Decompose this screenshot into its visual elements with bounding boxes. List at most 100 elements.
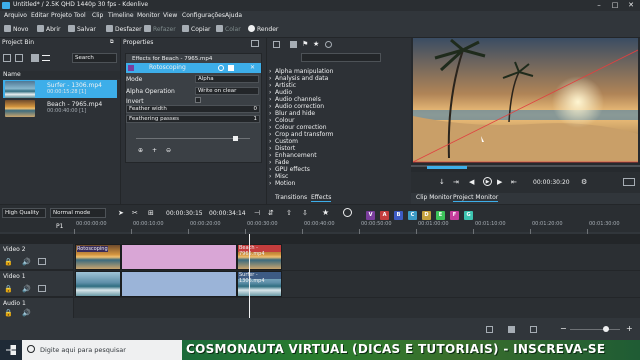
thumbnail-icon[interactable] — [530, 326, 537, 333]
audio-icon[interactable]: 🔊 — [22, 309, 31, 317]
mark-out-icon[interactable]: ⇤ — [511, 178, 517, 186]
effect-chip[interactable]: F — [450, 211, 459, 220]
expand-arrow-icon[interactable]: › — [269, 166, 271, 173]
expand-arrow-icon[interactable]: › — [269, 152, 271, 159]
effect-chip[interactable]: V — [366, 211, 375, 220]
expand-arrow-icon[interactable]: › — [269, 82, 271, 89]
video-icon[interactable] — [38, 285, 46, 292]
play-icon[interactable]: ▶ — [483, 177, 492, 186]
effect-category-item[interactable]: Enhancement — [275, 152, 317, 159]
minimize-icon[interactable]: – — [591, 0, 607, 11]
favorite-star-icon[interactable]: ★ — [322, 208, 329, 217]
playhead[interactable] — [249, 234, 250, 324]
zoom-out-icon[interactable]: − — [560, 324, 567, 333]
expand-arrow-icon[interactable]: › — [269, 103, 271, 110]
lock-icon[interactable]: 🔒 — [4, 258, 13, 266]
mark-in-icon[interactable]: ⇥ — [453, 178, 459, 186]
menu-icon[interactable] — [42, 55, 50, 61]
remove-keyframe-icon[interactable]: ⊖ — [166, 147, 171, 154]
add-keyframe-icon[interactable]: ⊕ — [138, 147, 143, 154]
snap-icon[interactable] — [508, 326, 515, 333]
tab-effects[interactable]: Effects — [311, 194, 332, 202]
redo-button[interactable]: Refazer — [144, 24, 176, 35]
menu-arquivo[interactable]: Arquivo — [4, 12, 27, 19]
panel-float-icon[interactable]: ⧉ — [110, 39, 114, 45]
menu-configuracoes[interactable]: Configurações — [182, 12, 225, 19]
effect-chip[interactable]: D — [422, 211, 431, 220]
new-button[interactable]: Novo — [4, 24, 28, 35]
maximize-icon[interactable]: □ — [607, 0, 623, 11]
expand-arrow-icon[interactable]: › — [269, 96, 271, 103]
expand-arrow-icon[interactable]: › — [269, 75, 271, 82]
effect-info-icon[interactable] — [325, 41, 332, 48]
timeline-clip-surfer-middle[interactable] — [121, 271, 237, 297]
expand-arrow-icon[interactable]: › — [269, 131, 271, 138]
effect-chip[interactable]: G — [464, 211, 473, 220]
timeline-clip-surfer-end[interactable]: Surfer - 1306.mp4 — [237, 271, 282, 297]
zoom-slider[interactable] — [570, 329, 620, 330]
expand-arrow-icon[interactable]: › — [269, 89, 271, 96]
video-icon[interactable] — [38, 258, 46, 265]
tab-clip-monitor[interactable]: Clip Monitor — [416, 194, 452, 201]
select-tool-icon[interactable]: ➤ — [118, 209, 124, 217]
effect-category-item[interactable]: Blur and hide — [275, 110, 315, 117]
effect-header[interactable]: Rotoscoping ✕ — [126, 63, 261, 73]
expand-arrow-icon[interactable]: › — [269, 180, 271, 187]
tab-transitions[interactable]: Transitions — [275, 194, 307, 201]
monitor-viewport[interactable] — [411, 38, 640, 172]
forward-icon[interactable]: ▶ — [497, 178, 502, 186]
custom-effects-icon[interactable]: ⚑ — [302, 40, 308, 48]
zoom-in-icon[interactable]: + — [626, 324, 633, 333]
feathering-passes-field[interactable]: Feathering passes 1 — [126, 115, 260, 123]
timeline-ruler[interactable]: 00:00:00:00 00:00:10:00 00:00:20:00 00:00:3… — [74, 220, 640, 234]
menu-editar[interactable]: Editar — [31, 12, 49, 19]
render-button[interactable]: Render — [248, 24, 278, 35]
expand-arrow-icon[interactable]: › — [269, 117, 271, 124]
effect-category-item[interactable]: Fade — [275, 159, 289, 166]
delete-icon[interactable] — [31, 54, 39, 62]
taskbar-search-box[interactable]: Digite aqui para pesquisar — [22, 340, 182, 360]
menu-view[interactable]: View — [163, 12, 177, 19]
audio-effects-icon[interactable] — [290, 41, 297, 48]
timeline-clip-surfer[interactable] — [75, 271, 121, 297]
fit-zoom-icon[interactable] — [486, 326, 493, 333]
copy-button[interactable]: Copiar — [182, 24, 210, 35]
effect-category-item[interactable]: Motion — [275, 180, 295, 187]
effect-menu-icon[interactable] — [228, 65, 234, 71]
folder-icon[interactable] — [15, 54, 23, 62]
clip-effect-icon[interactable] — [343, 208, 352, 217]
effect-category-item[interactable]: Audio correction — [275, 103, 324, 110]
keyframe-add-icon[interactable]: + — [152, 147, 157, 154]
close-icon[interactable]: ✕ — [623, 0, 639, 11]
add-clip-icon[interactable] — [3, 54, 11, 62]
menu-ajuda[interactable]: Ajuda — [225, 12, 242, 19]
overwrite-icon[interactable]: ⇩ — [302, 209, 308, 217]
video-effects-icon[interactable] — [273, 41, 280, 48]
audio-meter-icon[interactable] — [623, 178, 635, 186]
timeline-clip-beach[interactable]: Rotoscoping — [75, 244, 121, 270]
paste-button[interactable]: Colar — [216, 24, 241, 35]
bin-item[interactable]: Surfer - 1306.mp4 00:00:15:28 [1] — [3, 80, 117, 98]
effect-chip[interactable]: A — [380, 211, 389, 220]
monitor-settings-icon[interactable]: ⚙ — [581, 178, 587, 186]
track-lane-audio-1[interactable] — [74, 298, 640, 320]
menu-monitor[interactable]: Monitor — [137, 12, 160, 19]
compare-icon[interactable] — [251, 40, 259, 47]
alpha-operation-select[interactable]: Write on clear — [195, 87, 259, 95]
effect-category-item[interactable]: Misc — [275, 173, 288, 180]
lift-icon[interactable]: ⇧ — [286, 209, 292, 217]
open-button[interactable]: Abrir — [37, 24, 61, 35]
effect-category-item[interactable]: Colour — [275, 117, 294, 124]
effect-chip[interactable]: C — [408, 211, 417, 220]
bin-item[interactable]: Beach - 7965.mp4 00:00:40:00 [1] — [3, 99, 117, 117]
expand-arrow-icon[interactable]: › — [269, 138, 271, 145]
timeline-clip-beach-end[interactable]: Beach - 7965.mp4 — [237, 244, 282, 270]
rewind-icon[interactable]: ◀ — [469, 178, 474, 186]
invert-checkbox[interactable] — [195, 97, 201, 103]
effect-category-item[interactable]: Custom — [275, 138, 298, 145]
save-button[interactable]: Salvar — [68, 24, 96, 35]
tab-project-monitor[interactable]: Project Monitor — [453, 194, 499, 202]
menu-timeline[interactable]: Timeline — [108, 12, 134, 19]
effect-chip[interactable]: B — [394, 211, 403, 220]
timeline-clip-beach-middle[interactable] — [121, 244, 237, 270]
